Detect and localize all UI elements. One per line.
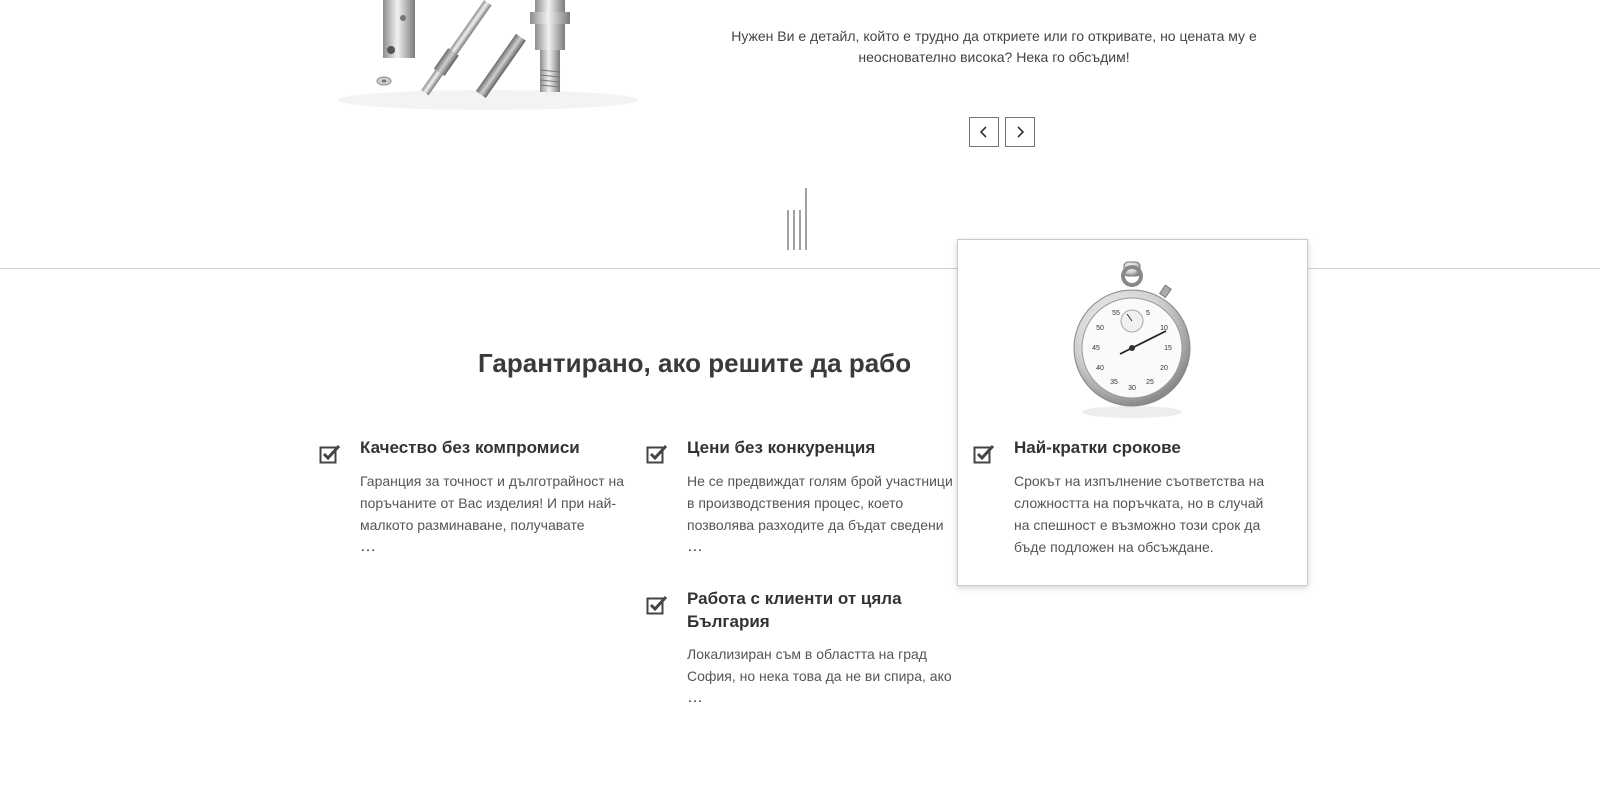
feature-text-line: Гаранция за точност и дълготрайност на [360,473,625,489]
feature-text-line: на спешност е възможно този срок да [1014,517,1261,533]
feature-text-line: малкото разминаване, получавате [360,517,585,533]
feature-text-line: бъде подложен на обсъждане. [1014,539,1214,555]
feature-text-line: сложността на поръчката, но в случай [1014,495,1264,511]
checkbox-checked-icon [646,444,668,464]
decorative-lines [787,188,807,250]
dial-label: 55 [1112,310,1120,317]
read-more-ellipsis[interactable]: … [687,687,962,709]
slider-prev-button[interactable] [969,117,999,147]
feature-text-prices: Не се предвиждат голям брой участници в … [687,470,962,558]
intro-text: Нужен Ви е детайл, който е трудно да отк… [718,26,1270,68]
feature-title-deadlines: Най-кратки срокове [1014,438,1181,457]
feature-text-line: София, но нека това да не ви спира, ако [687,668,952,684]
read-more-ellipsis[interactable]: … [360,536,635,558]
checkbox-checked-icon [646,595,668,615]
dial-label: 35 [1110,379,1118,386]
feature-text-line: Срокът на изпълнение съответства на [1014,473,1265,489]
section-divider [0,268,1600,269]
dial-label: 40 [1096,365,1104,372]
dial-label: 5 [1146,310,1150,317]
stopwatch-image: 55 5 50 10 45 15 40 20 35 25 30 [1073,261,1191,418]
checkbox-checked-icon [973,444,995,464]
feature-text-deadlines: Срокът на изпълнение съответства на слож… [1014,470,1294,558]
feature-text-clients: Локализиран съм в областта на град София… [687,643,962,709]
feature-text-line: в производствения процес, което [687,495,904,511]
intro-line-1: Нужен Ви е детайл, който е трудно да отк… [731,28,1257,44]
feature-title-clients: Работа с клиенти от цяла България [687,587,902,633]
chevron-right-icon [1017,126,1025,138]
section-title: Гарантирано, ако решите да рабо [478,348,912,378]
dial-label: 10 [1160,325,1168,332]
read-more-ellipsis[interactable]: … [687,536,962,558]
dial-label: 20 [1160,365,1168,372]
dial-label: 15 [1164,345,1172,352]
dial-label: 30 [1128,385,1136,392]
feature-title-quality: Качество без компромиси [360,438,580,457]
chevron-left-icon [979,126,987,138]
feature-text-line: позволява разходите да бъдат сведени [687,517,944,533]
slider-next-button[interactable] [1005,117,1035,147]
dial-label: 45 [1092,345,1100,352]
dial-label: 25 [1146,379,1154,386]
intro-line-2: неоснователно висока? Нека го обсъдим! [858,49,1130,65]
machined-parts-image [338,0,638,110]
feature-title-line: Работа с клиенти от цяла [687,589,902,608]
feature-text-quality: Гаранция за точност и дълготрайност на п… [360,470,635,558]
feature-text-line: Не се предвиждат голям брой участници [687,473,953,489]
checkbox-checked-icon [319,444,341,464]
feature-text-line: поръчаните от Вас изделия! И при най- [360,495,617,511]
feature-title-line: България [687,612,770,631]
dial-label: 50 [1096,325,1104,332]
feature-title-prices: Цени без конкуренция [687,438,876,457]
feature-text-line: Локализиран съм в областта на град [687,646,927,662]
